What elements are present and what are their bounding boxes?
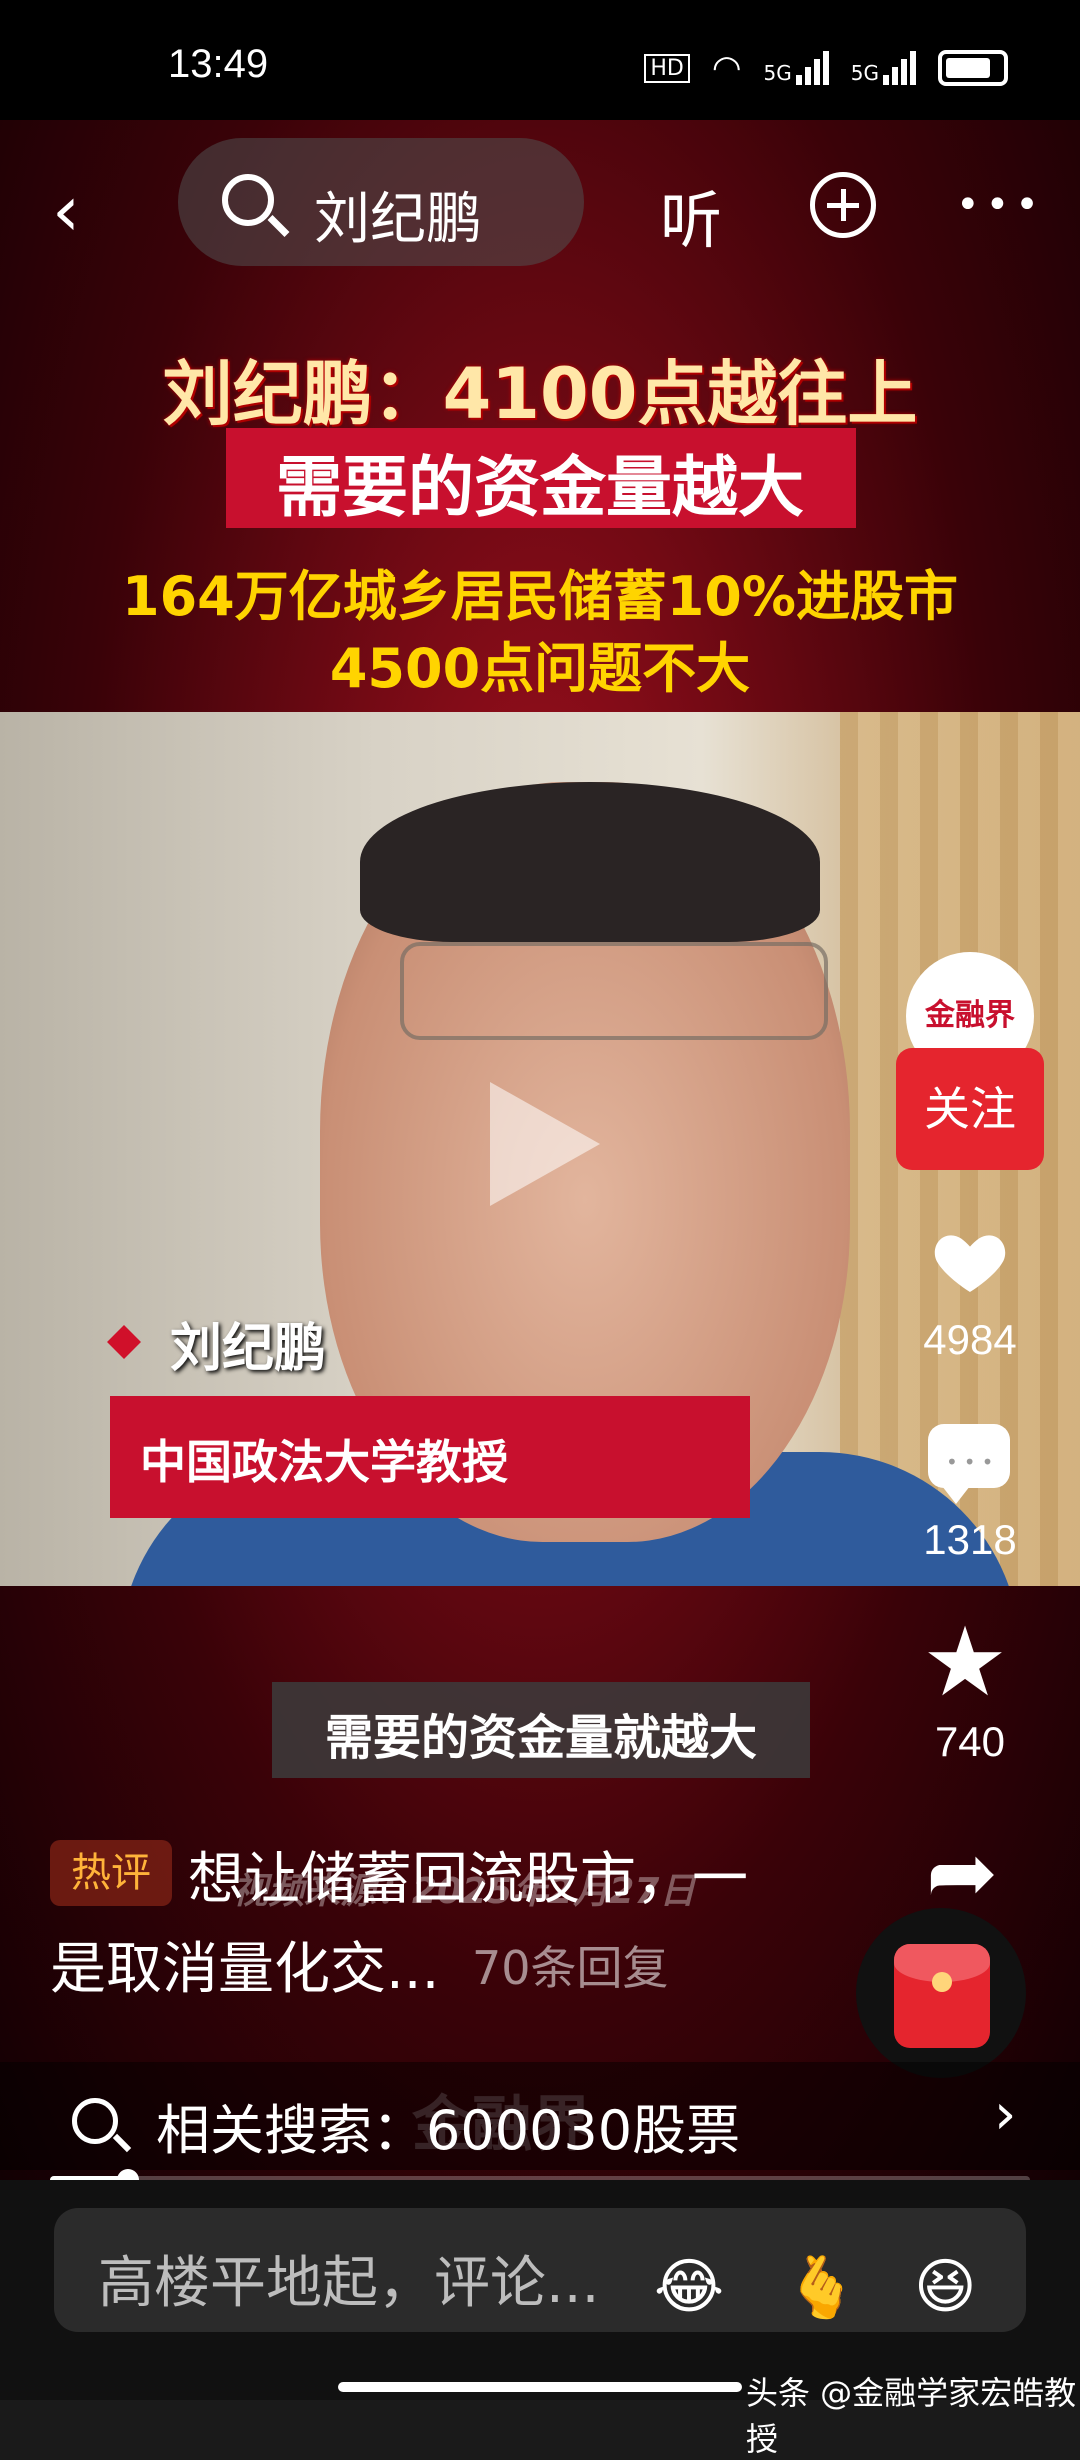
speaker-glasses	[400, 942, 828, 1040]
top-nav: ‹ 刘纪鹏 听 •••	[0, 130, 1080, 290]
grin-emoji-icon[interactable]: 😆	[914, 2252, 977, 2322]
signal-icon-1: 5G	[764, 51, 829, 85]
status-icons: HD ◠ 5G 5G	[644, 48, 1008, 88]
headline-line-3: 164万亿城乡居民储蓄10%进股市	[122, 565, 958, 628]
hd-icon: HD	[644, 53, 690, 83]
laugh-cry-emoji-icon[interactable]: 😂	[654, 2252, 724, 2322]
battery-icon	[938, 50, 1008, 86]
comment-icon[interactable]: •••	[928, 1424, 1010, 1504]
follow-button[interactable]: 关注	[896, 1048, 1044, 1170]
star-icon[interactable]: ★	[922, 1614, 1008, 1710]
related-search-label: 相关搜索：600030股票	[156, 2099, 741, 2162]
related-search-bar[interactable]: 相关搜索：600030股票 ›	[0, 2062, 1080, 2170]
speaker-name: 刘纪鹏	[170, 1319, 327, 1379]
listen-button[interactable]: 听	[660, 170, 722, 260]
comment-input[interactable]: 高楼平地起，评论... 😂 🫰 😆	[54, 2208, 1026, 2332]
chevron-right-icon: ›	[994, 2082, 1017, 2147]
share-icon[interactable]: ➦	[926, 1830, 998, 1916]
hot-comment-text-2[interactable]: 是取消量化交...	[50, 1924, 439, 2005]
search-query: 刘纪鹏	[314, 187, 482, 252]
search-box[interactable]: 刘纪鹏	[178, 138, 584, 266]
more-icon[interactable]: •••	[956, 182, 1045, 228]
hot-comment-replies[interactable]: 70条回复	[472, 1932, 669, 1998]
like-count: 4984	[923, 1316, 1017, 1363]
headline-line-2: 需要的资金量越大	[276, 449, 804, 526]
wifi-icon: ◠	[711, 48, 742, 88]
status-time: 13:49	[168, 42, 269, 86]
signal-icon-2: 5G	[851, 51, 916, 85]
source-credit: 头条 @金融学家宏皓教授	[746, 2374, 1077, 2458]
heart-icon[interactable]	[930, 1222, 1010, 1302]
hot-comment-text-1[interactable]: 想让储蓄回流股市，一	[188, 1834, 748, 1915]
hot-comment-badge: 热评	[50, 1840, 172, 1906]
play-icon[interactable]	[490, 1082, 600, 1206]
add-icon[interactable]	[810, 172, 876, 238]
search-icon	[222, 174, 274, 226]
video-subtitle: 需要的资金量就越大	[324, 1710, 757, 1766]
favorite-count: 740	[934, 1718, 1006, 1765]
headline-line-4: 4500点问题不大	[329, 637, 751, 700]
search-icon	[72, 2098, 118, 2144]
status-bar: 13:49 HD ◠ 5G 5G	[0, 0, 1080, 120]
home-indicator[interactable]	[338, 2382, 742, 2392]
back-icon[interactable]: ‹	[52, 170, 80, 252]
comment-count: 1318	[923, 1516, 1017, 1563]
red-envelope-icon	[894, 1944, 990, 2048]
bottom-bar: 高楼平地起，评论... 😂 🫰 😆	[0, 2180, 1080, 2400]
comment-placeholder: 高楼平地起，评论...	[98, 2251, 600, 2316]
headline-line-1: 刘纪鹏：4100点越往上	[162, 353, 918, 435]
finger-heart-emoji-icon[interactable]: 🫰	[784, 2252, 859, 2323]
speaker-title: 中国政法大学教授	[140, 1435, 508, 1489]
speaker-hair	[360, 782, 820, 942]
red-packet-button[interactable]	[856, 1908, 1026, 2078]
